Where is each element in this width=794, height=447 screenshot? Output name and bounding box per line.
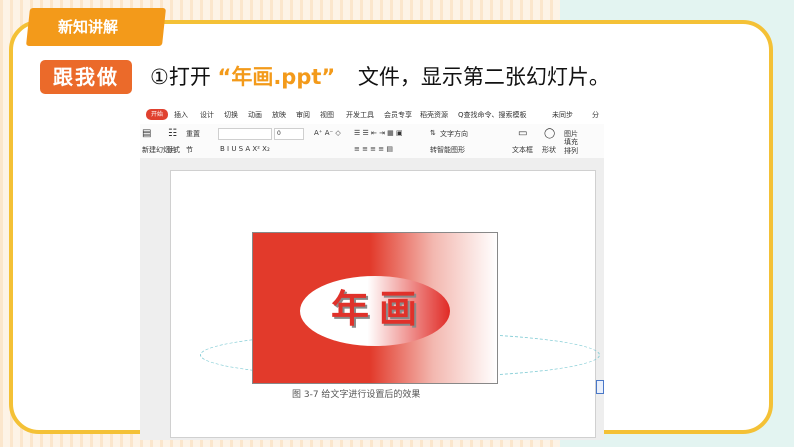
text-direction-button[interactable]: 文字方向	[440, 129, 468, 139]
textbox-button[interactable]: 文本框	[512, 145, 533, 155]
tab-design[interactable]: 设计	[200, 110, 214, 120]
slide-title-text[interactable]: 年画	[314, 278, 444, 333]
align-icon[interactable]: ≡ ≡ ≡ ≡ ▤	[354, 145, 393, 153]
section-button[interactable]: 节	[186, 145, 193, 155]
follow-me-badge: 跟我做	[40, 60, 132, 94]
tab-transition[interactable]: 切换	[224, 110, 238, 120]
textbox-icon[interactable]: ▭	[518, 128, 527, 139]
figure-caption: 图 3-7 给文字进行设置后的效果	[292, 390, 421, 400]
layout-icon[interactable]: ☷	[168, 128, 177, 139]
tab-slideshow[interactable]: 放映	[272, 110, 286, 120]
tab-review[interactable]: 审阅	[296, 110, 310, 120]
text-format-buttons[interactable]: B I U S A X² X₂	[220, 145, 270, 153]
scroll-marker[interactable]	[596, 380, 604, 394]
layout-button[interactable]: 版式	[166, 145, 180, 155]
instruction-filename: “年画.ppt”	[217, 65, 336, 89]
font-size-value: 0	[277, 130, 281, 137]
text-direction-icon[interactable]: ⇅	[430, 129, 436, 137]
tab-insert[interactable]: 插入	[174, 110, 188, 120]
arrange-button[interactable]: 排列	[564, 146, 578, 156]
instruction-suffix: 文件，显示第二张幻灯片。	[357, 65, 610, 89]
section-tag-label: 新知讲解	[58, 18, 119, 36]
tab-member[interactable]: 会员专享	[384, 110, 412, 120]
instruction-prefix: ①打开	[150, 65, 211, 89]
shape-icon[interactable]: ◯	[544, 128, 555, 139]
shape-button[interactable]: 形状	[542, 145, 556, 155]
tab-view[interactable]: 视图	[320, 110, 334, 120]
tab-docer[interactable]: 稻壳资源	[420, 110, 448, 120]
search-field[interactable]: Q查找命令、搜索模板	[458, 110, 527, 120]
tab-animation[interactable]: 动画	[248, 110, 262, 120]
wps-menubar: 开始 插入 设计 切换 动画 放映 审阅 视图 开发工具 会员专享 稻壳资源 Q…	[140, 104, 604, 124]
new-slide-icon[interactable]: ▤	[142, 128, 151, 139]
reset-button[interactable]: 重置	[186, 129, 200, 139]
tab-developer[interactable]: 开发工具	[346, 110, 374, 120]
sync-status[interactable]: 未同步	[552, 110, 573, 120]
smart-art-button[interactable]: 转智能图形	[430, 145, 465, 155]
font-name-select[interactable]	[218, 128, 272, 140]
instruction-text: ①打开 “年画.ppt” 文件，显示第二张幻灯片。	[150, 60, 610, 94]
list-icon[interactable]: ☰ ☰ ⇤ ⇥ ▦ ▣	[354, 129, 403, 137]
tab-start[interactable]: 开始	[146, 109, 168, 120]
font-size-select[interactable]: 0	[274, 128, 304, 140]
wps-ribbon: ▤ 新建幻灯片 ☷ 版式 重置 节 0 B I U S A X² X₂ A⁺ A…	[140, 124, 604, 159]
font-grow-icon[interactable]: A⁺ A⁻ ◇	[314, 129, 341, 137]
share-button[interactable]: 分	[592, 110, 599, 120]
